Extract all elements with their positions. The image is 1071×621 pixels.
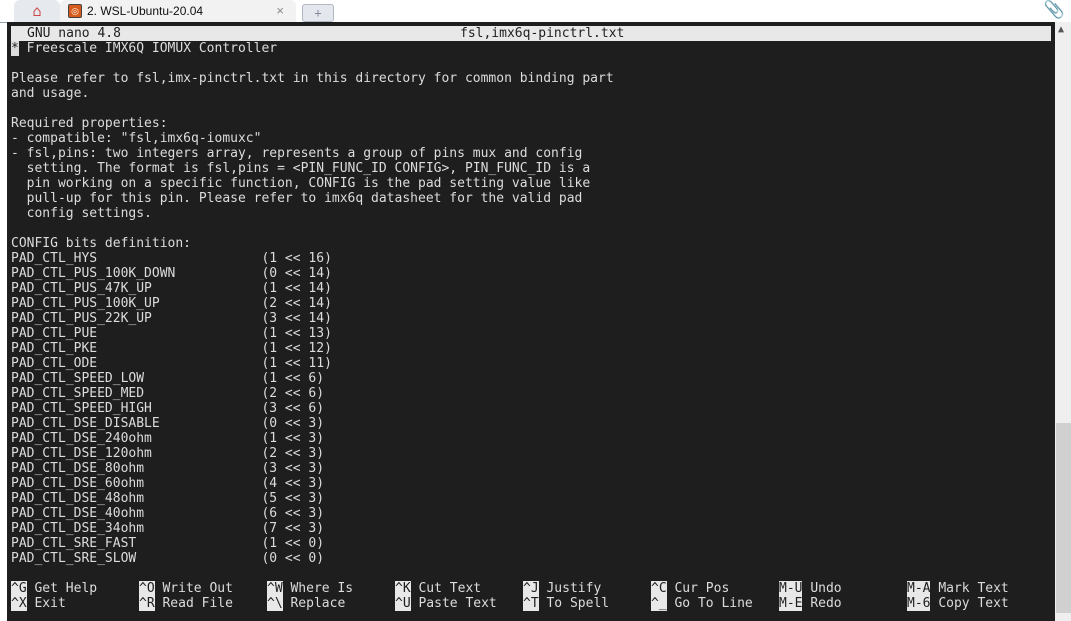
shortcut-key: ^R — [139, 596, 155, 611]
shortcut-label: Cut Text — [418, 581, 482, 596]
shortcut-key: ^X — [11, 596, 27, 611]
text-line: PAD_CTL_DSE_240ohm (1 << 3) — [11, 431, 325, 446]
nano-title-bar: GNU nano 4.8 fsl,imx6q-pinctrl.txt — [11, 26, 1051, 41]
tab-label: 2. WSL-Ubuntu-20.04 — [87, 4, 204, 18]
tab-bar: ⌂ ◎ 2. WSL-Ubuntu-20.04 × + 📎 — [0, 0, 1071, 23]
shortcut-key: ^J — [523, 581, 539, 596]
text-line: pull-up for this pin. Please refer to im… — [11, 191, 583, 206]
text-line: PAD_CTL_SRE_FAST (1 << 0) — [11, 536, 325, 551]
text-line: PAD_CTL_PUS_100K_UP (2 << 14) — [11, 296, 332, 311]
shortcut-exit[interactable]: ^X Exit — [11, 596, 66, 611]
text-line: Required properties: — [11, 116, 168, 131]
shortcut-label: Mark Text — [938, 581, 1009, 596]
shortcut-paste-text[interactable]: ^U Paste Text — [395, 596, 497, 611]
tab-wsl-ubuntu[interactable]: ◎ 2. WSL-Ubuntu-20.04 × — [60, 0, 296, 22]
text-line: PAD_CTL_SPEED_HIGH (3 << 6) — [11, 401, 325, 416]
shortcut-undo[interactable]: M-U Undo — [779, 581, 842, 596]
shortcut-key: ^T — [523, 596, 539, 611]
shortcut-key: ^U — [395, 596, 411, 611]
scrollbar[interactable]: ▲ — [1055, 22, 1071, 621]
shortcut-key: ^O — [139, 581, 155, 596]
shortcut-redo[interactable]: M-E Redo — [779, 596, 842, 611]
text-line: setting. The format is fsl,pins = <PIN_F… — [11, 161, 591, 176]
text-line: Please refer to fsl,imx-pinctrl.txt in t… — [11, 71, 614, 86]
shortcut-key: ^W — [267, 581, 283, 596]
text-line: PAD_CTL_PUS_100K_DOWN (0 << 14) — [11, 266, 332, 281]
file-name: fsl,imx6q-pinctrl.txt — [460, 26, 625, 41]
shortcut-label: Go To Line — [674, 596, 753, 611]
text-line: PAD_CTL_SRE_SLOW (0 << 0) — [11, 551, 325, 566]
shortcut-label: To Spell — [546, 596, 610, 611]
text-line: PAD_CTL_HYS (1 << 16) — [11, 251, 332, 266]
text-line: PAD_CTL_DSE_80ohm (3 << 3) — [11, 461, 325, 476]
shortcut-label: Read File — [162, 596, 233, 611]
shortcut-to-spell[interactable]: ^T To Spell — [523, 596, 609, 611]
shortcut-write-out[interactable]: ^O Write Out — [139, 581, 233, 596]
shortcut-key: M-E — [779, 596, 803, 611]
line-text: Freescale IMX6Q IOMUX Controller — [18, 41, 278, 56]
cursor: * — [11, 41, 19, 56]
shortcut-key: M-A — [907, 581, 931, 596]
shortcut-label: Cur Pos — [674, 581, 730, 596]
text-line: * Freescale IMX6Q IOMUX Controller — [11, 41, 277, 56]
shortcut-key: ^K — [395, 581, 411, 596]
shortcut-label: Justify — [546, 581, 602, 596]
text-line: and usage. — [11, 86, 90, 101]
shortcut-key: ^G — [11, 581, 27, 596]
shortcut-where-is[interactable]: ^W Where Is — [267, 581, 353, 596]
scrollbar-thumb[interactable] — [1056, 423, 1071, 613]
shortcut-read-file[interactable]: ^R Read File — [139, 596, 233, 611]
shortcut-label: Write Out — [162, 581, 233, 596]
text-line: PAD_CTL_DSE_48ohm (5 << 3) — [11, 491, 325, 506]
home-tab[interactable]: ⌂ — [14, 0, 60, 22]
shortcut-label: Undo — [810, 581, 842, 596]
shortcut-key: ^_ — [651, 596, 667, 611]
paperclip-icon[interactable]: 📎 — [1044, 0, 1065, 20]
text-line: PAD_CTL_ODE (1 << 11) — [11, 356, 332, 371]
text-line: PAD_CTL_PUE (1 << 13) — [11, 326, 332, 341]
text-line: - fsl,pins: two integers array, represen… — [11, 146, 583, 161]
shortcut-label: Where Is — [290, 581, 354, 596]
shortcut-get-help[interactable]: ^G Get Help — [11, 581, 97, 596]
text-line: PAD_CTL_PUS_47K_UP (1 << 14) — [11, 281, 332, 296]
home-icon: ⌂ — [32, 2, 42, 20]
text-line: PAD_CTL_DSE_60ohm (4 << 3) — [11, 476, 325, 491]
shortcut-key: ^C — [651, 581, 667, 596]
text-line: PAD_CTL_DSE_34ohm (7 << 3) — [11, 521, 325, 536]
text-line: PAD_CTL_DSE_120ohm (2 << 3) — [11, 446, 325, 461]
text-line: CONFIG bits definition: — [11, 236, 192, 251]
shortcut-copy-text[interactable]: M-6 Copy Text — [907, 596, 1009, 611]
text-line: config settings. — [11, 206, 152, 221]
new-tab-button[interactable]: + — [302, 4, 334, 22]
shortcut-go-to-line[interactable]: ^_ Go To Line — [651, 596, 753, 611]
shortcut-label: Paste Text — [418, 596, 497, 611]
shortcut-replace[interactable]: ^\ Replace — [267, 596, 345, 611]
close-tab-icon[interactable]: × — [276, 3, 284, 18]
scroll-up-icon[interactable]: ▲ — [1058, 24, 1064, 35]
shortcut-label: Exit — [34, 596, 66, 611]
ubuntu-icon: ◎ — [68, 4, 82, 18]
text-line: - compatible: "fsl,imx6q-iomuxc" — [11, 131, 262, 146]
shortcut-key: M-6 — [907, 596, 931, 611]
text-line: pin working on a specific function, CONF… — [11, 176, 591, 191]
shortcut-label: Redo — [810, 596, 842, 611]
text-line: PAD_CTL_DSE_DISABLE (0 << 3) — [11, 416, 325, 431]
text-line: PAD_CTL_PUS_22K_UP (3 << 14) — [11, 311, 332, 326]
nano-version: GNU nano 4.8 — [27, 26, 121, 41]
shortcut-mark-text[interactable]: M-A Mark Text — [907, 581, 1009, 596]
shortcut-cut-text[interactable]: ^K Cut Text — [395, 581, 481, 596]
shortcut-key: M-U — [779, 581, 803, 596]
shortcut-key: ^\ — [267, 596, 283, 611]
shortcut-cur-pos[interactable]: ^C Cur Pos — [651, 581, 729, 596]
shortcut-justify[interactable]: ^J Justify — [523, 581, 601, 596]
terminal[interactable]: GNU nano 4.8 fsl,imx6q-pinctrl.txt * Free… — [7, 22, 1055, 621]
text-line: PAD_CTL_SPEED_LOW (1 << 6) — [11, 371, 325, 386]
text-line: PAD_CTL_DSE_40ohm (6 << 3) — [11, 506, 325, 521]
shortcut-label: Copy Text — [938, 596, 1009, 611]
shortcut-label: Get Help — [34, 581, 98, 596]
text-line: PAD_CTL_SPEED_MED (2 << 6) — [11, 386, 325, 401]
text-line: PAD_CTL_PKE (1 << 12) — [11, 341, 332, 356]
shortcut-label: Replace — [290, 596, 346, 611]
